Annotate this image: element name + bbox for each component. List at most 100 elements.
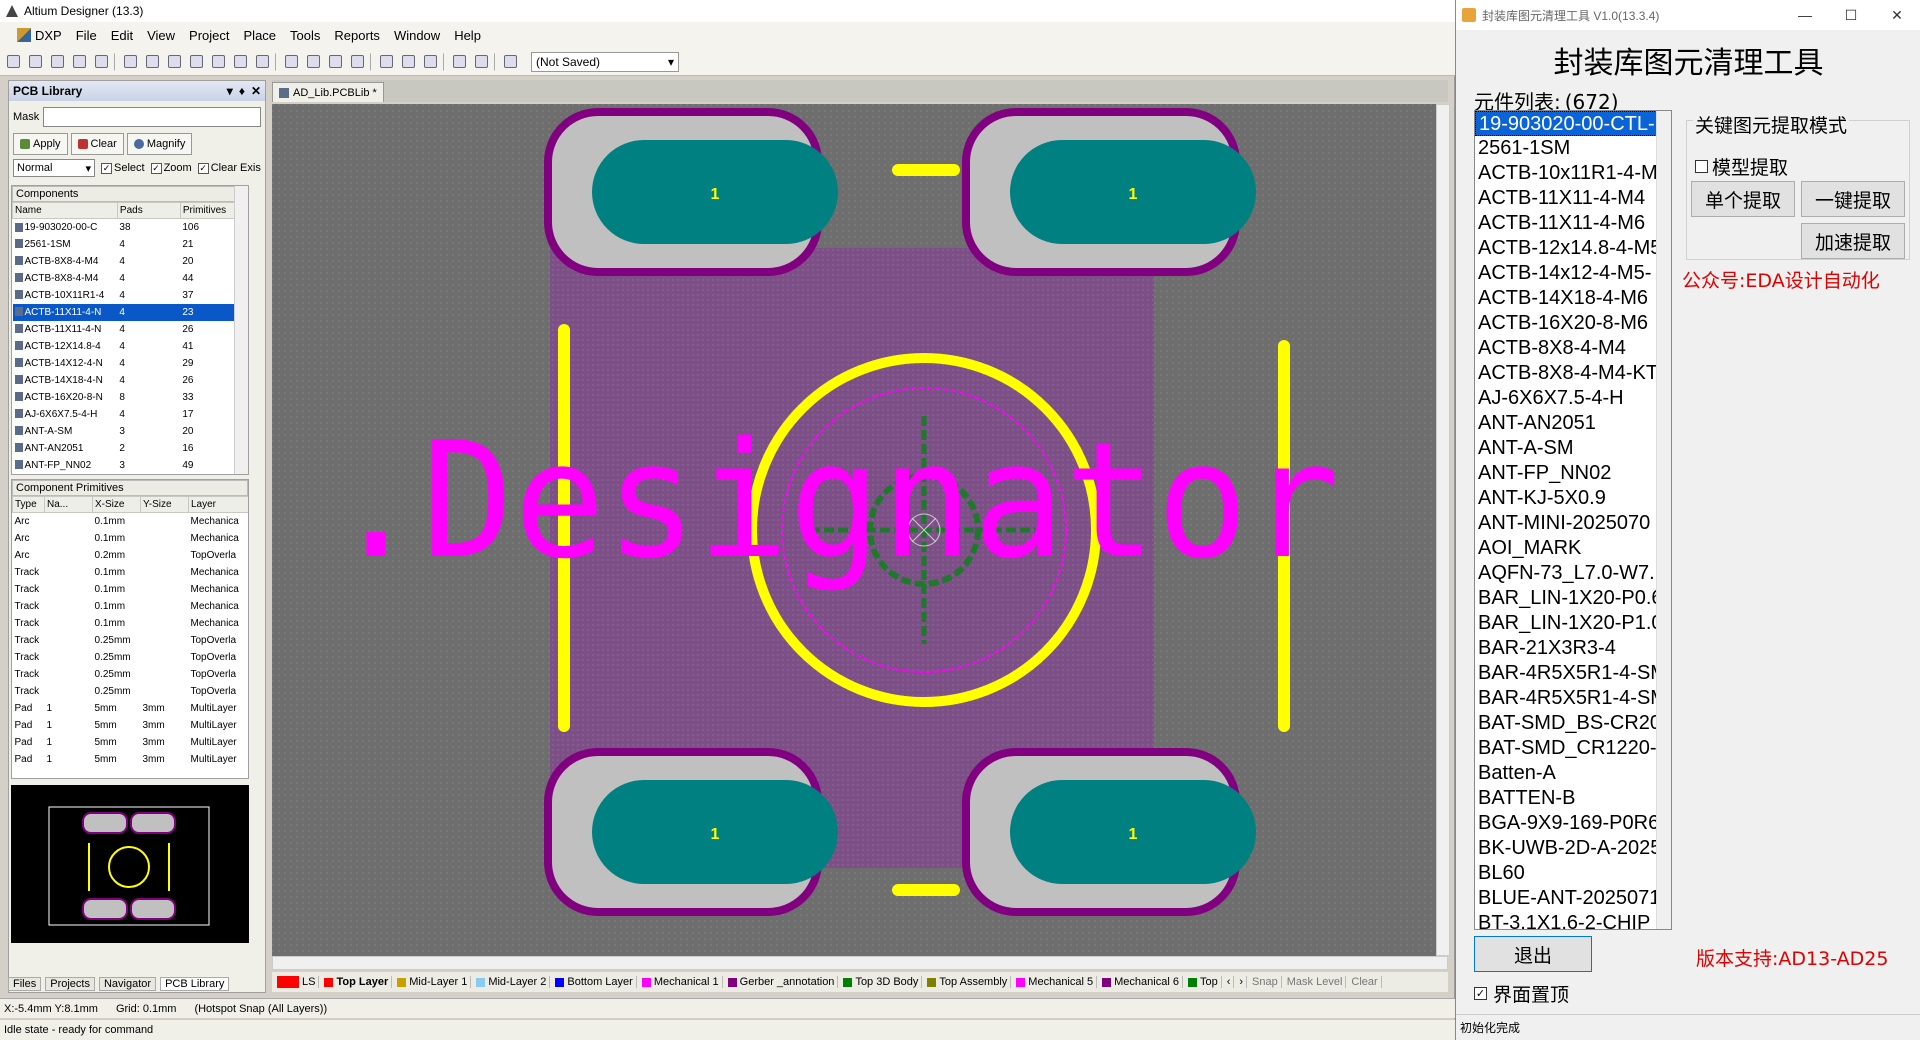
list-item[interactable]: ANT-FP_NN02 <box>1475 461 1671 486</box>
layer-ls[interactable]: LS <box>274 976 320 988</box>
canvas-vscrollbar[interactable] <box>1436 104 1450 956</box>
cut-icon[interactable] <box>282 52 301 71</box>
list-item[interactable]: ACTB-8X8-4-M4 <box>1475 336 1671 361</box>
new-file-icon[interactable] <box>4 52 23 71</box>
table-row[interactable]: ACTB-11X11-4-N 4 23 <box>12 303 248 321</box>
print-preview-icon[interactable] <box>92 52 111 71</box>
list-item[interactable]: ACTB-16X20-8-M6 <box>1475 311 1671 336</box>
layer-bottom[interactable]: Bottom Layer <box>552 976 637 988</box>
table-row[interactable]: Track 0.1mm Mechanica <box>12 597 248 615</box>
paste-icon[interactable] <box>326 52 345 71</box>
clear-button[interactable]: Clear <box>70 133 124 155</box>
close-icon[interactable]: ✕ <box>1874 7 1920 24</box>
table-row[interactable]: ACTB-16X20-8-N 8 33 <box>12 388 248 406</box>
list-item[interactable]: BAR_LIN-1X20-P1.0 <box>1475 611 1671 636</box>
components-scrollbar[interactable] <box>234 186 248 474</box>
rubber-stamp-icon[interactable] <box>348 52 367 71</box>
table-row[interactable]: Track 0.25mm TopOverla <box>12 665 248 683</box>
panel-menu-icon[interactable]: ▾ <box>227 84 233 98</box>
list-item[interactable]: AJ-6X6X7.5-4-H <box>1475 386 1671 411</box>
listbox-scrollbar[interactable] <box>1656 111 1671 929</box>
open-folder-icon[interactable] <box>26 52 45 71</box>
component-listbox[interactable]: 19-903020-00-CTL- 2561-1SM ACTB-10x11R1-4-… <box>1474 110 1672 930</box>
list-item[interactable]: BAR-4R5X5R1-4-SM <box>1475 686 1671 711</box>
col-pads[interactable]: Pads <box>116 202 181 219</box>
table-row[interactable]: Track 0.25mm TopOverla <box>12 648 248 666</box>
mask-level-button[interactable]: Mask Level <box>1284 976 1347 988</box>
layer-stack-icon[interactable] <box>121 52 140 71</box>
table-row[interactable]: Track 0.1mm Mechanica <box>12 580 248 598</box>
list-item[interactable]: Batten-A <box>1475 761 1671 786</box>
apply-button[interactable]: Apply <box>13 133 68 155</box>
close-icon[interactable]: ✕ <box>251 84 261 98</box>
col-name[interactable]: Na... <box>44 496 93 513</box>
mask-input[interactable] <box>43 107 261 127</box>
footprint-preview[interactable] <box>11 785 249 943</box>
maximize-icon[interactable]: ☐ <box>1828 7 1874 24</box>
menu-tools[interactable]: Tools <box>283 28 327 43</box>
library-icon[interactable] <box>165 52 184 71</box>
copy-icon[interactable] <box>304 52 323 71</box>
list-item[interactable]: BAT-SMD_BS-CR20 <box>1475 711 1671 736</box>
list-item[interactable]: ACTB-14x12-4-M5- <box>1475 261 1671 286</box>
col-layer[interactable]: Layer <box>188 496 248 513</box>
table-row[interactable]: Pad 1 5mm 3mm MultiLayer <box>12 750 248 768</box>
table-row[interactable]: ACTB-11X11-4-N 4 26 <box>12 320 248 338</box>
table-row[interactable]: ANT-AN2051 2 16 <box>12 439 248 457</box>
one-click-extract-button[interactable]: 一键提取 <box>1801 181 1905 217</box>
table-row[interactable]: Track 0.1mm Mechanica <box>12 614 248 632</box>
list-item[interactable]: ANT-A-SM <box>1475 436 1671 461</box>
list-item[interactable]: ACTB-11X11-4-M4 <box>1475 186 1671 211</box>
tab-navigator[interactable]: Navigator <box>98 977 157 991</box>
menu-view[interactable]: View <box>140 28 182 43</box>
table-row[interactable]: ANT-FP_NN02 3 49 <box>12 456 248 474</box>
snap-button[interactable]: Snap <box>1249 976 1282 988</box>
undo-icon[interactable] <box>450 52 469 71</box>
select-checkbox[interactable]: ✓ Select <box>101 162 145 174</box>
list-item[interactable]: BK-UWB-2D-A-2025 <box>1475 836 1671 861</box>
list-item[interactable]: ACTB-12x14.8-4-M5 <box>1475 236 1671 261</box>
layer-top-more[interactable]: Top <box>1185 976 1222 988</box>
col-xsize[interactable]: X-Size <box>92 496 141 513</box>
list-item[interactable]: ANT-KJ-5X0.9 <box>1475 486 1671 511</box>
layer-scroll-left-icon[interactable]: ‹ <box>1224 976 1235 988</box>
save-icon[interactable] <box>48 52 67 71</box>
zoom-area-icon[interactable] <box>253 52 272 71</box>
layer-scroll-right-icon[interactable]: › <box>1236 976 1248 988</box>
fast-extract-button[interactable]: 加速提取 <box>1801 223 1905 259</box>
layer-mech6[interactable]: Mechanical 6 <box>1099 976 1183 988</box>
canvas-hscrollbar[interactable] <box>272 956 1448 970</box>
layer-top[interactable]: Top Layer <box>321 976 393 988</box>
print-icon[interactable] <box>70 52 89 71</box>
menu-place[interactable]: Place <box>237 28 284 43</box>
list-item[interactable]: BL60 <box>1475 861 1671 886</box>
grid-icon[interactable] <box>501 52 520 71</box>
menu-help[interactable]: Help <box>447 28 488 43</box>
menu-project[interactable]: Project <box>182 28 236 43</box>
zoom-fit-icon[interactable] <box>231 52 250 71</box>
doc-tab-ad-lib[interactable]: AD_Lib.PCBLib * <box>272 82 384 102</box>
zoom-out-icon[interactable] <box>209 52 228 71</box>
table-row[interactable]: Pad 1 5mm 3mm MultiLayer <box>12 699 248 717</box>
table-row[interactable]: Arc 0.1mm Mechanica <box>12 529 248 547</box>
table-row[interactable]: Arc 0.2mm TopOverla <box>12 546 248 564</box>
table-row[interactable]: AJ-6X6X7.5-4-H 4 17 <box>12 405 248 423</box>
col-ysize[interactable]: Y-Size <box>140 496 189 513</box>
list-item[interactable]: BATTEN-B <box>1475 786 1671 811</box>
pin-on-top-checkbox[interactable]: ✓ 界面置顶 <box>1474 980 1569 1007</box>
list-item[interactable]: AQFN-73_L7.0-W7. <box>1475 561 1671 586</box>
magnify-button[interactable]: Magnify <box>126 133 193 155</box>
pin-icon[interactable]: ♦ <box>239 84 245 98</box>
list-item[interactable]: AOI_MARK <box>1475 536 1671 561</box>
select-area-icon[interactable] <box>377 52 396 71</box>
tab-files[interactable]: Files <box>8 977 42 991</box>
layer-mid1[interactable]: Mid-Layer 1 <box>394 976 472 988</box>
layer-top3d[interactable]: Top 3D Body <box>840 976 923 988</box>
variant-combo[interactable]: (Not Saved) ▾ <box>531 51 679 72</box>
col-type[interactable]: Type <box>12 496 45 513</box>
list-item[interactable]: BAR_LIN-1X20-P0.6 <box>1475 586 1671 611</box>
list-item[interactable]: BAR-21X3R3-4 <box>1475 636 1671 661</box>
table-row[interactable]: Arc 0.1mm Mechanica <box>12 512 248 530</box>
table-row[interactable]: ACTB-14X12-4-N 4 29 <box>12 354 248 372</box>
layer-mech1[interactable]: Mechanical 1 <box>639 976 723 988</box>
